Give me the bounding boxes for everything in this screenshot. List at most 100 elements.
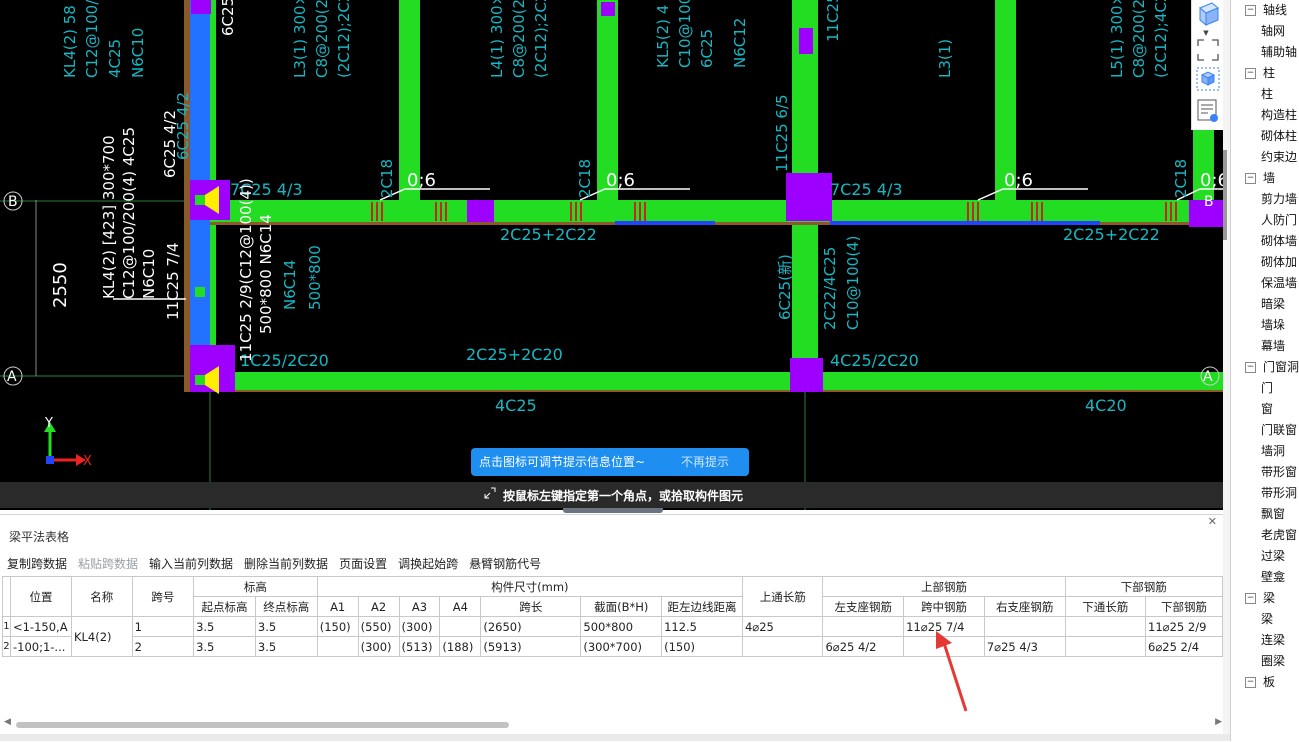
cell-section[interactable]: (300*700) xyxy=(580,636,663,657)
cell-a4[interactable] xyxy=(439,616,482,637)
panel-splitter[interactable] xyxy=(563,508,663,513)
input-column-button[interactable]: 输入当前列数据 xyxy=(149,557,233,571)
collapse-icon[interactable]: − xyxy=(1245,677,1256,688)
tree-item[interactable]: 约束边 xyxy=(1261,147,1297,168)
vertical-scrollbar[interactable] xyxy=(1223,0,1230,741)
fullscreen-icon xyxy=(1197,39,1219,61)
cell-a1[interactable] xyxy=(316,636,359,657)
tree-item[interactable]: 砌体墙 xyxy=(1261,231,1297,252)
tree-item[interactable]: 窗 xyxy=(1261,399,1273,420)
cell-top-through[interactable] xyxy=(741,636,824,657)
table-row[interactable]: 2 -100;1-... 2 3.5 3.5 (300) (513) (188)… xyxy=(2,636,1223,657)
cell-span-length[interactable]: (2650) xyxy=(480,616,582,637)
tree-item[interactable]: 暗梁 xyxy=(1261,294,1285,315)
cell-top-through[interactable]: 4⌀25 xyxy=(741,616,824,637)
cell-elev-start[interactable]: 3.5 xyxy=(193,616,256,637)
tree-item-label: 辅助轴 xyxy=(1261,45,1298,59)
cell-position[interactable]: -100;1-... xyxy=(9,636,72,657)
cell-offset[interactable]: (150) xyxy=(661,636,743,657)
cell-elev-end[interactable]: 3.5 xyxy=(254,616,318,637)
lbl-2c18-b: 2C18 xyxy=(576,159,594,198)
table-row[interactable]: 1 <1-150,A KL4(2) 1 3.5 3.5 (150) (550) … xyxy=(2,616,1223,657)
tree-item[interactable]: 幕墙 xyxy=(1261,336,1285,357)
header-a2: A2 xyxy=(357,596,400,617)
tree-item[interactable]: 带形洞 xyxy=(1261,483,1297,504)
cell-left-seat[interactable]: 6⌀25 4/2 xyxy=(822,636,905,657)
lbl-2c18-a: 2C18 xyxy=(378,159,396,198)
cad-canvas[interactable]: B A A B 1 2 2C25+2C22 2C25+2C22 7C25 4/3… xyxy=(0,0,1223,510)
tree-item[interactable]: 墙垛 xyxy=(1261,315,1285,336)
cell-position[interactable]: <1-150,A xyxy=(9,616,72,637)
cad-drawing[interactable]: B A A B 1 2 2C25+2C22 2C25+2C22 7C25 4/3… xyxy=(0,0,1223,510)
tree-item[interactable]: 柱 xyxy=(1261,84,1273,105)
tree-item[interactable]: 梁 xyxy=(1261,609,1273,630)
tree-item[interactable]: 壁龛 xyxy=(1261,567,1285,588)
tree-item[interactable]: 轴网 xyxy=(1261,21,1285,42)
tree-item[interactable]: 门 xyxy=(1261,378,1273,399)
cell-right-seat[interactable]: 7⌀25 4/3 xyxy=(983,636,1066,657)
component-tree: − 轴线 轴网 辅助轴 − 柱柱构造柱 砌体柱 约束边 − 墙剪力墙 人防门 砌体墙 砌体加 保温墙 暗梁墙… xyxy=(1230,0,1299,741)
header-top-through: 上通长筋 xyxy=(741,576,824,617)
tree-item[interactable]: 构造柱 xyxy=(1261,105,1297,126)
tree-item[interactable]: 人防门 xyxy=(1261,210,1297,231)
cell-elev-end[interactable]: 3.5 xyxy=(254,636,318,657)
cell-bottom-through[interactable] xyxy=(1064,636,1147,657)
close-icon[interactable]: ✕ xyxy=(1208,515,1217,528)
cell-bottom-main[interactable]: 11⌀25 2/9 xyxy=(1145,616,1223,637)
tree-item-label: 墙洞 xyxy=(1261,444,1286,458)
cell-elev-start[interactable]: 3.5 xyxy=(193,636,256,657)
delete-column-button[interactable]: 删除当前列数据 xyxy=(244,557,328,571)
tree-item[interactable]: 剪力墙 xyxy=(1261,189,1297,210)
scroll-right-icon[interactable]: ▶ xyxy=(1215,717,1222,727)
cell-name[interactable]: KL4(2) xyxy=(70,616,133,657)
lbl-2c22-4c25: 2C22/4C25 xyxy=(821,247,839,330)
lbl-kl4-right1: 11C25 2/9(C12@100(4)) xyxy=(237,178,255,362)
scrollbar-thumb[interactable] xyxy=(1223,150,1227,240)
cantilever-code-button[interactable]: 悬臂钢筋代号 xyxy=(469,557,541,571)
collapse-icon[interactable]: − xyxy=(1245,68,1256,79)
tree-item[interactable]: 辅助轴 xyxy=(1261,42,1297,63)
tip-dismiss-button[interactable]: 不再提示 xyxy=(681,448,729,476)
cell-a2[interactable]: (300) xyxy=(357,636,400,657)
tree-item[interactable]: 墙洞 xyxy=(1261,441,1285,462)
cell-span-length[interactable]: (5913) xyxy=(480,636,582,657)
page-setup-button[interactable]: 页面设置 xyxy=(339,557,387,571)
lbl-kl5: KL5(2) 4 xyxy=(654,5,672,68)
tree-item[interactable]: 老虎窗 xyxy=(1261,525,1297,546)
tree-item[interactable]: 连梁 xyxy=(1261,630,1285,651)
scroll-left-icon[interactable]: ◀ xyxy=(4,717,11,727)
copy-span-button[interactable]: 复制跨数据 xyxy=(7,557,67,571)
tree-item[interactable]: 砌体加 xyxy=(1261,252,1297,273)
cell-section[interactable]: 500*800 xyxy=(580,616,663,637)
cell-a2[interactable]: (550) xyxy=(357,616,400,637)
row-number: 2 xyxy=(2,636,11,657)
tree-item[interactable]: 过梁 xyxy=(1261,546,1285,567)
tree-item[interactable]: 砌体柱 xyxy=(1261,126,1297,147)
cell-a3[interactable]: (300) xyxy=(398,616,441,637)
tree-item[interactable]: 带形窗 xyxy=(1261,462,1297,483)
collapse-icon[interactable]: − xyxy=(1245,5,1256,16)
paste-span-button[interactable]: 粘贴跨数据 xyxy=(78,557,138,571)
tree-item[interactable]: 圈梁 xyxy=(1261,651,1285,672)
cell-offset[interactable]: 112.5 xyxy=(661,616,743,637)
horizontal-scrollbar[interactable]: ◀ ▶ xyxy=(4,717,1222,730)
swap-start-span-button[interactable]: 调换起始跨 xyxy=(398,557,458,571)
cell-bottom-through[interactable] xyxy=(1064,616,1147,637)
collapse-icon[interactable]: − xyxy=(1245,362,1256,373)
scrollbar-thumb[interactable] xyxy=(16,722,509,728)
cell-span[interactable]: 1 xyxy=(131,616,195,637)
tree-item[interactable]: 保温墙 xyxy=(1261,273,1297,294)
lbl-0-6-d: 0;6 xyxy=(1200,170,1223,191)
cell-left-seat[interactable] xyxy=(822,616,905,637)
collapse-icon[interactable]: − xyxy=(1245,593,1256,604)
cell-right-seat[interactable] xyxy=(983,616,1066,637)
row-number: 1 xyxy=(2,616,11,637)
collapse-icon[interactable]: − xyxy=(1245,173,1256,184)
tree-item[interactable]: 门联窗 xyxy=(1261,420,1297,441)
cell-span[interactable]: 2 xyxy=(131,636,195,657)
cell-bottom-main[interactable]: 6⌀25 2/4 xyxy=(1145,636,1223,657)
cell-a1[interactable]: (150) xyxy=(316,616,359,637)
cell-a4[interactable]: (188) xyxy=(439,636,482,657)
cell-a3[interactable]: (513) xyxy=(398,636,441,657)
tree-item[interactable]: 飘窗 xyxy=(1261,504,1285,525)
